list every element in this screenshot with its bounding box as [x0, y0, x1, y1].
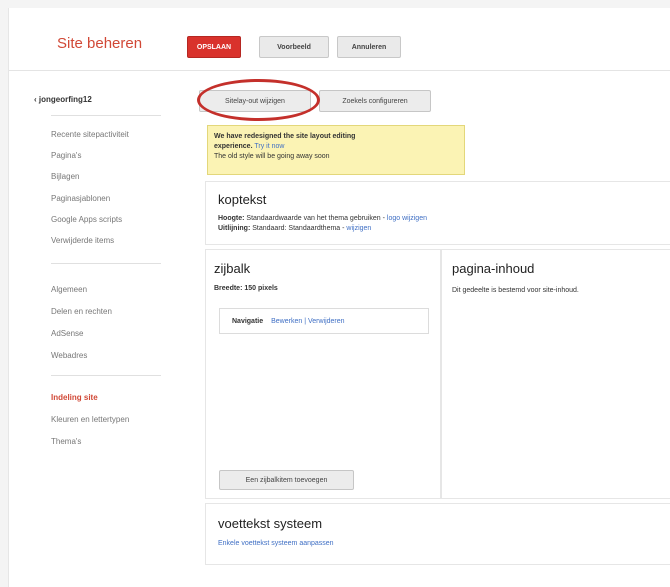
gadget-edit-delete-links[interactable]: Bewerken | Verwijderen	[271, 318, 344, 325]
edit-footer-link[interactable]: Enkele voettekst systeem aanpassen	[218, 540, 334, 547]
footer-panel[interactable]: voettekst systeem Enkele voettekst syste…	[205, 503, 670, 565]
sidebar-item-colors-fonts[interactable]: Kleuren en lettertypen	[51, 415, 129, 424]
sidebar-item-general[interactable]: Algemeen	[51, 285, 87, 294]
height-value: Standaardwaarde van het thema gebruiken	[246, 215, 381, 222]
nav-divider	[51, 263, 161, 264]
site-name-link[interactable]: ‹ jongeorfing12	[34, 95, 92, 104]
manage-site-frame: Site beheren OPSLAAN Voorbeeld Annuleren…	[8, 8, 670, 587]
add-sidebar-item-button[interactable]: Een zijbalkitem toevoegen	[219, 470, 354, 490]
navigation-gadget[interactable]: Navigatie Bewerken | Verwijderen	[219, 308, 429, 334]
sidebar-panel[interactable]: zijbalk Breedte: 150 pixels	[205, 249, 441, 499]
sidebar-item-themes[interactable]: Thema's	[51, 437, 81, 446]
sidebar-item-scripts[interactable]: Google Apps scripts	[51, 215, 122, 224]
align-value: Standaard: Standaardthema	[252, 225, 341, 232]
height-label: Hoogte:	[218, 215, 245, 222]
notice-line-1: We have redesigned the site layout editi…	[214, 133, 356, 140]
sidebar-item-activity[interactable]: Recente sitepactiviteit	[51, 130, 129, 139]
preview-button[interactable]: Voorbeeld	[259, 36, 329, 58]
redesign-notice: We have redesigned the site layout editi…	[207, 125, 465, 175]
page-title: Site beheren	[57, 35, 143, 52]
nav-divider	[51, 115, 161, 116]
sidebar-width-row: Breedte: 150 pixels	[214, 285, 278, 292]
cancel-button[interactable]: Annuleren	[337, 36, 401, 58]
sidebar-item-adsense[interactable]: AdSense	[51, 329, 83, 338]
header-panel[interactable]: koptekst Hoogte: Standaardwaarde van het…	[205, 181, 670, 245]
sidebar-item-sharing[interactable]: Delen en rechten	[51, 307, 112, 316]
sidebar-item-deleted[interactable]: Verwijderde items	[51, 236, 114, 245]
align-label: Uitlijning:	[218, 225, 251, 232]
sidebar-heading: zijbalk	[214, 261, 251, 276]
sidebar-item-webaddress[interactable]: Webadres	[51, 351, 87, 360]
header-align-row: Uitlijning: Standaard: Standaardthema - …	[218, 225, 372, 232]
header-height-row: Hoogte: Standaardwaarde van het thema ge…	[218, 215, 427, 222]
notice-line-2: experience.	[214, 143, 253, 150]
save-button[interactable]: OPSLAAN	[187, 36, 241, 58]
try-it-now-link[interactable]: Try it now	[254, 143, 284, 150]
content-heading: pagina-inhoud	[452, 261, 535, 276]
change-align-link[interactable]: wijzigen	[346, 225, 371, 232]
change-logo-link[interactable]: logo wijzigen	[387, 215, 427, 222]
configure-widths-button[interactable]: Zoekels configureren	[319, 90, 431, 112]
sidebar-item-pages[interactable]: Pagina's	[51, 151, 81, 160]
sidebar-item-templates[interactable]: Paginasjablonen	[51, 194, 110, 203]
sidebar-item-attachments[interactable]: Bijlagen	[51, 172, 79, 181]
notice-line-3: The old style will be going away soon	[214, 153, 330, 160]
footer-heading: voettekst systeem	[218, 516, 323, 531]
admin-sidebar: ‹ jongeorfing12 Recente sitepactiviteit …	[9, 71, 189, 587]
gadget-name: Navigatie	[232, 317, 264, 325]
sidebar-item-layout[interactable]: Indeling site	[51, 393, 98, 402]
width-value: 150 pixels	[244, 285, 278, 292]
header-heading: koptekst	[218, 192, 267, 207]
content-text: Dit gedeelte is bestemd voor site-inhoud…	[452, 287, 579, 294]
content-panel[interactable]: pagina-inhoud Dit gedeelte is bestemd vo…	[441, 249, 670, 499]
nav-divider	[51, 375, 161, 376]
width-label: Breedte:	[214, 285, 243, 292]
highlight-circle	[197, 79, 320, 121]
